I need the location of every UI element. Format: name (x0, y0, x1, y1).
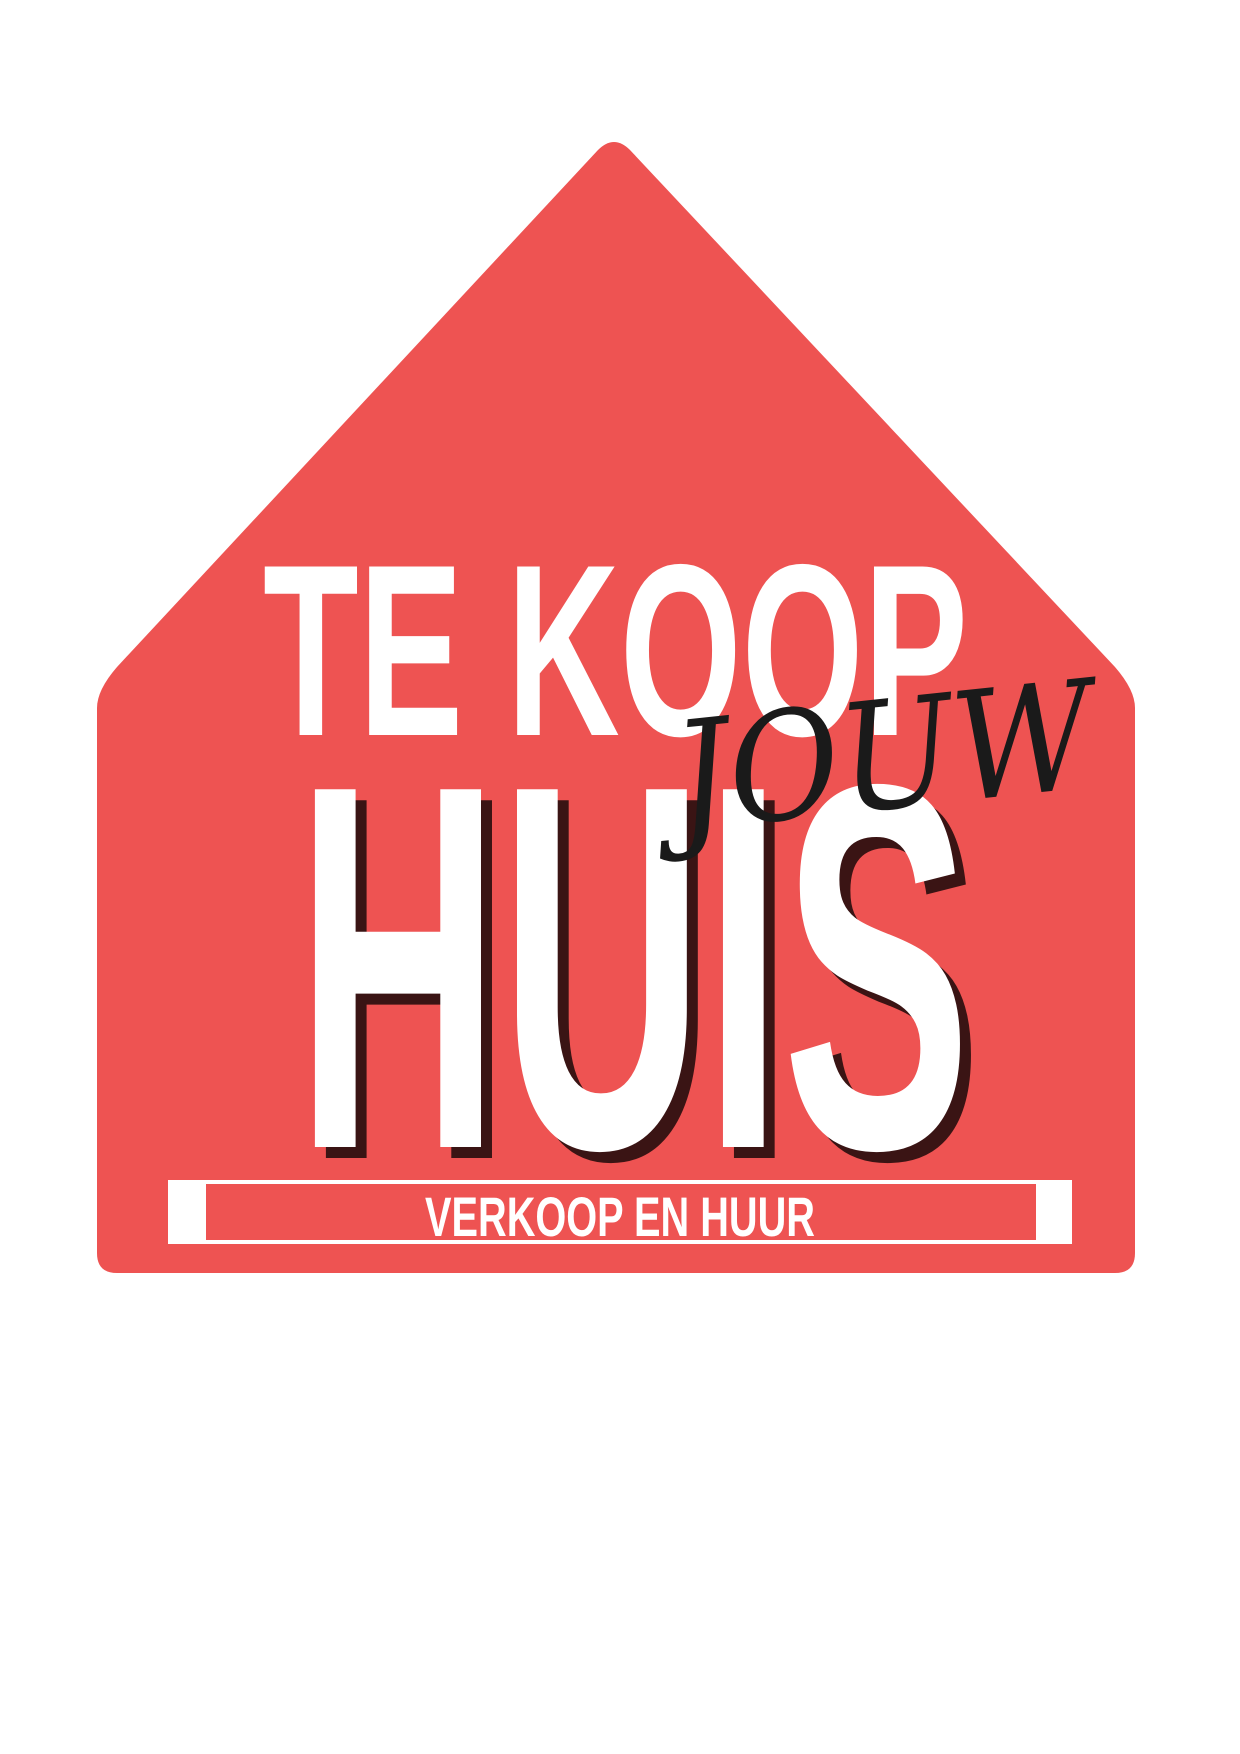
logo-tagline: VERKOOP EN HUUR (425, 1185, 815, 1248)
logo: TE KOOP HUIS HUIS JOUW VERKOOP EN HUUR (97, 142, 1135, 1273)
